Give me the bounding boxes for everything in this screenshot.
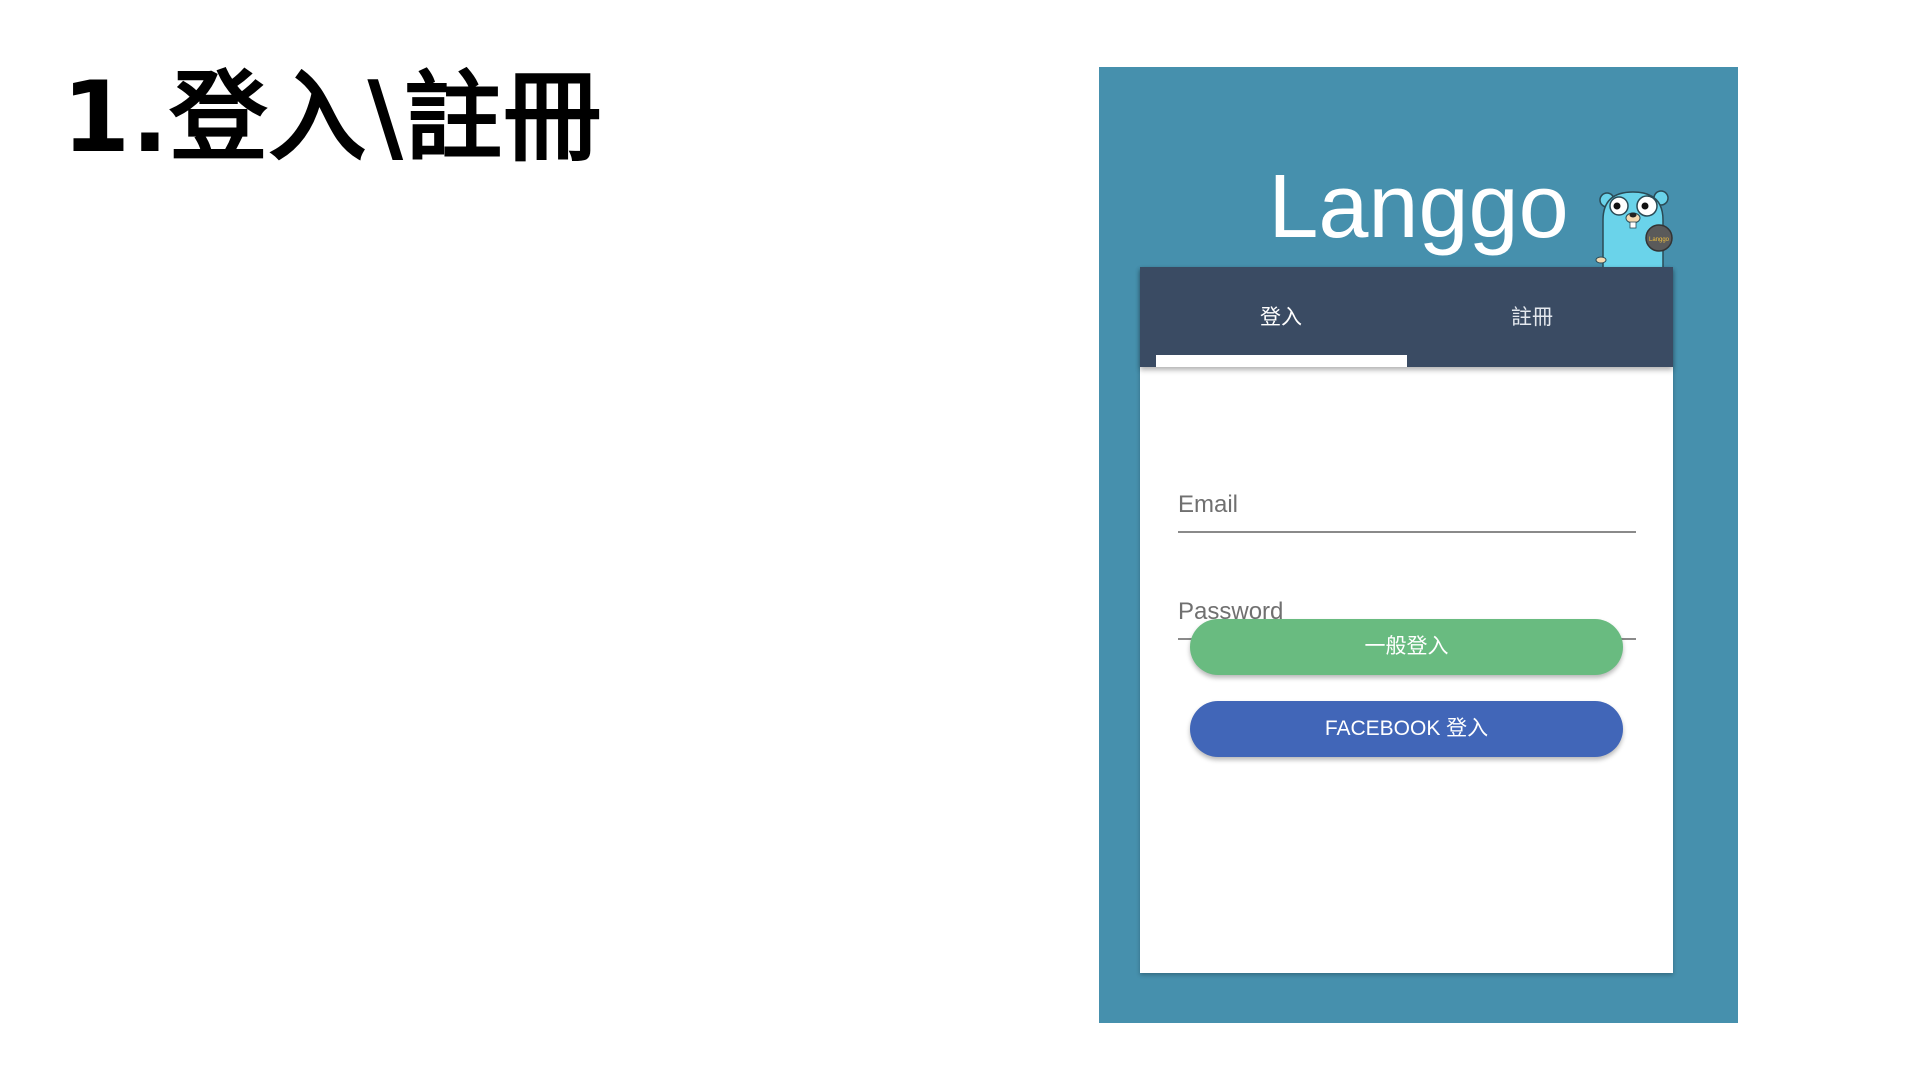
slide-title: 1.登入\註冊 bbox=[62, 61, 603, 175]
facebook-login-button[interactable]: FACEBOOK 登入 bbox=[1190, 701, 1623, 757]
login-button[interactable]: 一般登入 bbox=[1190, 619, 1623, 675]
tab-bar: 登入 註冊 bbox=[1140, 267, 1673, 367]
app-screen: Langgo Langgo 登入 註冊 Email 一般登入 FACEBOOK … bbox=[1099, 67, 1738, 1023]
email-field[interactable] bbox=[1178, 485, 1636, 533]
active-tab-indicator bbox=[1156, 355, 1407, 367]
slide: 1.登入\註冊 Langgo Langgo 登入 註冊 Email 一般登入 F… bbox=[0, 0, 1920, 1080]
auth-card: 登入 註冊 一般登入 FACEBOOK 登入 bbox=[1140, 267, 1673, 973]
tab-register[interactable]: 註冊 bbox=[1407, 267, 1657, 367]
mascot-badge-text: Langgo bbox=[1649, 237, 1670, 243]
tab-login[interactable]: 登入 bbox=[1156, 267, 1406, 367]
